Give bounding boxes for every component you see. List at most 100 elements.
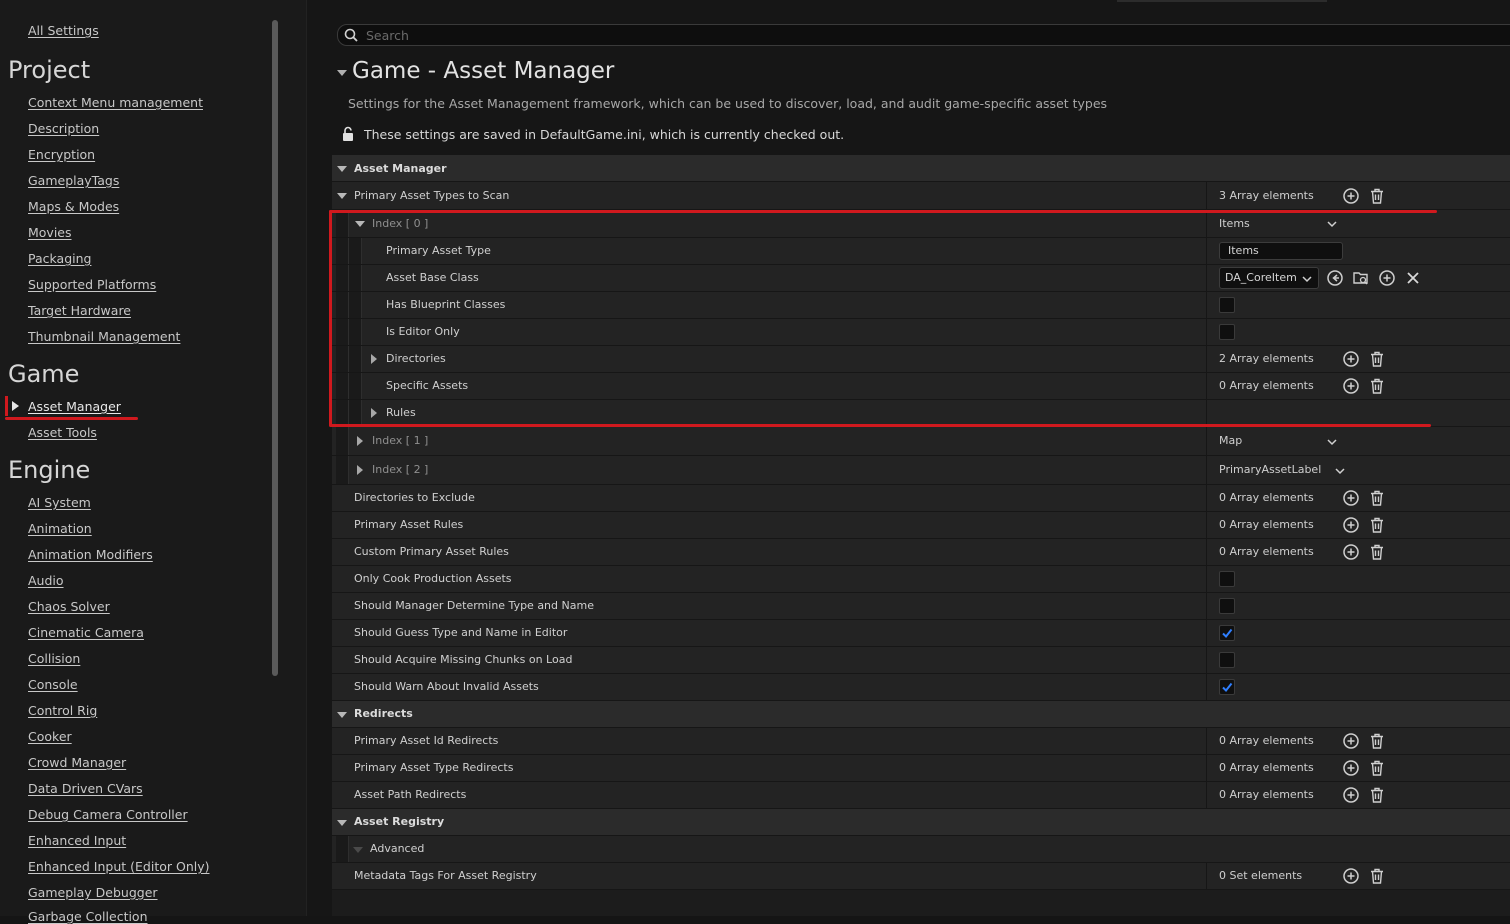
column-divider[interactable] (1206, 539, 1207, 565)
add-element-icon[interactable] (1342, 867, 1360, 885)
trash-icon[interactable] (1368, 732, 1386, 750)
add-element-icon[interactable] (1342, 543, 1360, 561)
column-divider[interactable] (1206, 292, 1207, 318)
trash-icon[interactable] (1368, 516, 1386, 534)
has-blueprint-classes-checkbox[interactable] (1219, 297, 1235, 313)
add-element-icon[interactable] (1342, 516, 1360, 534)
should-guess-type-checkbox[interactable] (1219, 625, 1235, 641)
column-divider[interactable] (1206, 400, 1207, 426)
column-divider[interactable] (1206, 674, 1207, 700)
search-input[interactable] (366, 25, 966, 45)
enum-value[interactable]: PrimaryAssetLabel (1219, 456, 1321, 484)
column-divider[interactable] (1206, 265, 1207, 291)
trash-icon[interactable] (1368, 377, 1386, 395)
column-divider[interactable] (1206, 182, 1207, 209)
sidebar-item-crowd-manager[interactable]: Crowd Manager (28, 755, 126, 770)
sidebar-item-garbage-collection[interactable]: Garbage Collection (28, 909, 148, 924)
use-selected-icon[interactable] (1326, 269, 1344, 287)
primary-asset-type-field[interactable]: Items (1219, 242, 1343, 260)
trash-icon[interactable] (1368, 350, 1386, 368)
column-divider[interactable] (1206, 728, 1207, 754)
expand-arrow-icon[interactable] (371, 354, 377, 364)
add-element-icon[interactable] (1342, 377, 1360, 395)
category-asset-manager[interactable]: Asset Manager (332, 155, 1510, 182)
property-row-advanced[interactable]: Advanced (332, 836, 1510, 863)
column-divider[interactable] (1206, 319, 1207, 345)
sidebar-item-cooker[interactable]: Cooker (28, 729, 72, 744)
sidebar-item-supported-platforms[interactable]: Supported Platforms (28, 277, 156, 292)
is-editor-only-checkbox[interactable] (1219, 324, 1235, 340)
sidebar-item-maps-and-modes[interactable]: Maps & Modes (28, 199, 119, 214)
column-divider[interactable] (1206, 456, 1207, 484)
expand-arrow-icon[interactable] (337, 712, 347, 718)
sidebar-item-cinematic-camera[interactable]: Cinematic Camera (28, 625, 144, 640)
should-manager-determine-checkbox[interactable] (1219, 598, 1235, 614)
sidebar-item-collision[interactable]: Collision (28, 651, 80, 666)
enum-value[interactable]: Map (1219, 427, 1242, 455)
trash-icon[interactable] (1368, 867, 1386, 885)
column-divider[interactable] (1206, 620, 1207, 646)
browse-folder-icon[interactable] (1352, 269, 1370, 287)
chevron-down-icon[interactable] (1327, 220, 1337, 228)
search-box[interactable] (337, 24, 1510, 46)
sidebar-item-encryption[interactable]: Encryption (28, 147, 95, 162)
sidebar-item-console[interactable]: Console (28, 677, 78, 692)
chevron-down-icon[interactable] (1335, 467, 1345, 475)
column-divider[interactable] (1206, 782, 1207, 808)
add-element-icon[interactable] (1342, 350, 1360, 368)
column-divider[interactable] (1206, 566, 1207, 592)
expand-arrow-icon[interactable] (357, 465, 363, 475)
sidebar-item-thumbnail-management[interactable]: Thumbnail Management (28, 329, 180, 344)
sidebar-item-enhanced-input[interactable]: Enhanced Input (28, 833, 126, 848)
chevron-down-icon[interactable] (1327, 438, 1337, 446)
column-divider[interactable] (1206, 238, 1207, 264)
trash-icon[interactable] (1368, 786, 1386, 804)
column-divider[interactable] (1206, 427, 1207, 455)
category-asset-registry[interactable]: Asset Registry (332, 809, 1510, 836)
column-divider[interactable] (1206, 647, 1207, 673)
trash-icon[interactable] (1368, 489, 1386, 507)
sidebar-item-animation[interactable]: Animation (28, 521, 92, 536)
clear-icon[interactable] (1404, 269, 1422, 287)
column-divider[interactable] (1206, 593, 1207, 619)
sidebar-item-gameplay-debugger[interactable]: Gameplay Debugger (28, 885, 158, 900)
sidebar-item-asset-tools[interactable]: Asset Tools (28, 425, 97, 440)
add-icon[interactable] (1378, 269, 1396, 287)
add-element-icon[interactable] (1342, 732, 1360, 750)
column-divider[interactable] (1206, 863, 1207, 889)
column-divider[interactable] (1206, 755, 1207, 781)
expand-arrow-icon[interactable] (353, 847, 363, 853)
column-divider[interactable] (1206, 210, 1207, 237)
expand-arrow-icon[interactable] (337, 193, 347, 199)
expand-arrow-icon[interactable] (357, 436, 363, 446)
sidebar-item-target-hardware[interactable]: Target Hardware (28, 303, 131, 318)
expand-arrow-icon[interactable] (371, 408, 377, 418)
sidebar-item-debug-camera-controller[interactable]: Debug Camera Controller (28, 807, 188, 822)
sidebar-link-all-settings[interactable]: All Settings (28, 23, 99, 38)
sidebar-item-ai-system[interactable]: AI System (28, 495, 91, 510)
enum-value[interactable]: Items (1219, 210, 1250, 237)
sidebar-item-enhanced-input-editor-only[interactable]: Enhanced Input (Editor Only) (28, 859, 210, 874)
collapse-title-arrow-icon[interactable] (337, 70, 347, 76)
sidebar-item-gameplaytags[interactable]: GameplayTags (28, 173, 119, 188)
only-cook-production-assets-checkbox[interactable] (1219, 571, 1235, 587)
should-acquire-missing-chunks-checkbox[interactable] (1219, 652, 1235, 668)
add-element-icon[interactable] (1342, 786, 1360, 804)
column-divider[interactable] (1206, 346, 1207, 372)
add-element-icon[interactable] (1342, 187, 1360, 205)
sidebar-item-description[interactable]: Description (28, 121, 99, 136)
should-warn-invalid-assets-checkbox[interactable] (1219, 679, 1235, 695)
expand-arrow-icon[interactable] (337, 820, 347, 826)
sidebar-item-movies[interactable]: Movies (28, 225, 72, 240)
sidebar-scrollbar[interactable] (272, 20, 278, 676)
sidebar-item-control-rig[interactable]: Control Rig (28, 703, 97, 718)
category-redirects[interactable]: Redirects (332, 701, 1510, 728)
sidebar-item-animation-modifiers[interactable]: Animation Modifiers (28, 547, 153, 562)
sidebar-item-packaging[interactable]: Packaging (28, 251, 91, 266)
trash-icon[interactable] (1368, 759, 1386, 777)
trash-icon[interactable] (1368, 187, 1386, 205)
add-element-icon[interactable] (1342, 489, 1360, 507)
column-divider[interactable] (1206, 512, 1207, 538)
column-divider[interactable] (1206, 373, 1207, 399)
sidebar-item-audio[interactable]: Audio (28, 573, 64, 588)
